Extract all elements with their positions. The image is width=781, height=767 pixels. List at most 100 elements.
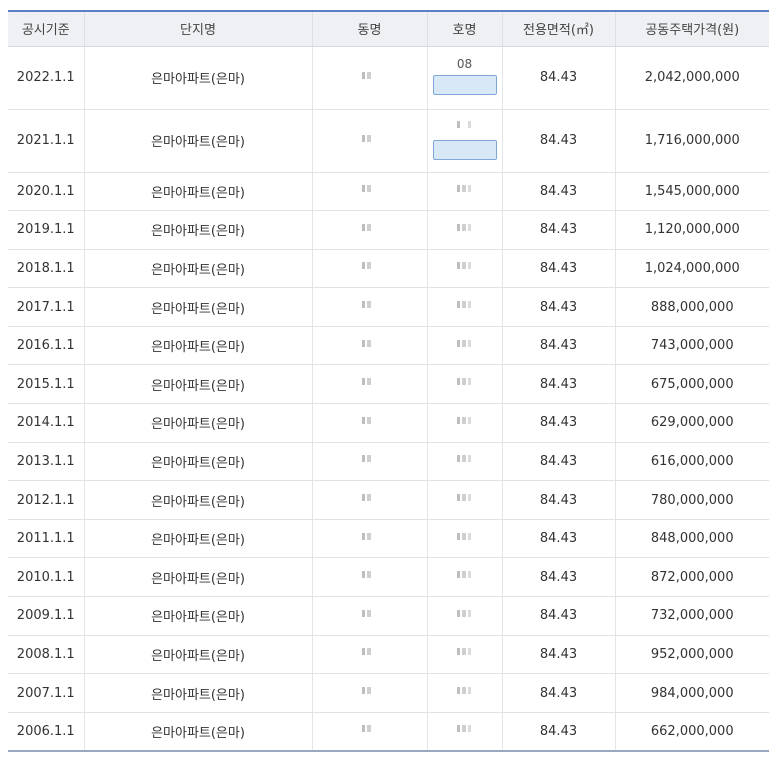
redacted-mark [350, 259, 390, 273]
cell-price: 888,000,000 [614, 287, 769, 327]
redacted-mark [350, 337, 390, 351]
cell-date: 2016.1.1 [8, 326, 84, 366]
redacted-mark [445, 182, 485, 196]
cell-ho-masked [426, 480, 502, 520]
table-row: 2011.1.1 은마아파트(은마) 84.43 848,000,000 [8, 519, 769, 559]
redacted-tag [432, 74, 497, 95]
cell-complex: 은마아파트(은마) [83, 46, 312, 110]
redacted-mark [350, 414, 390, 428]
cell-ho-masked [426, 712, 502, 752]
cell-dong-masked [311, 210, 427, 250]
redacted-mark [445, 118, 485, 132]
cell-ho-masked [426, 287, 502, 327]
cell-price: 616,000,000 [614, 442, 769, 482]
cell-price: 743,000,000 [614, 326, 769, 366]
redacted-mark [445, 568, 485, 582]
cell-date: 2020.1.1 [8, 172, 84, 212]
cell-complex: 은마아파트(은마) [83, 557, 312, 598]
cell-price: 732,000,000 [614, 596, 769, 636]
cell-ho-masked [426, 519, 502, 559]
cell-date: 2013.1.1 [8, 442, 84, 482]
cell-ho-masked [426, 596, 502, 636]
cell-date: 2015.1.1 [8, 364, 84, 405]
header-complex: 단지명 [83, 10, 312, 47]
cell-price: 1,545,000,000 [614, 172, 769, 212]
redacted-mark [445, 645, 485, 659]
cell-area: 84.43 [501, 712, 615, 752]
cell-complex: 은마아파트(은마) [83, 596, 312, 636]
cell-ho-masked [426, 249, 502, 289]
redacted-mark [445, 491, 485, 505]
redacted-mark [350, 568, 390, 582]
table-row: 2021.1.1 은마아파트(은마) 84.43 1,716,000,000 [8, 109, 769, 173]
table-row: 2017.1.1 은마아파트(은마) 84.43 888,000,000 [8, 287, 769, 327]
cell-complex: 은마아파트(은마) [83, 210, 312, 250]
table-row: 2006.1.1 은마아파트(은마) 84.43 662,000,000 [8, 712, 769, 752]
redacted-mark [350, 375, 390, 389]
cell-complex: 은마아파트(은마) [83, 635, 312, 675]
cell-dong-masked [311, 46, 427, 110]
cell-complex: 은마아파트(은마) [83, 673, 312, 713]
redacted-mark [350, 298, 390, 312]
redacted-mark [445, 607, 485, 621]
cell-dong-masked [311, 172, 427, 212]
cell-area: 84.43 [501, 403, 615, 443]
header-dong: 동명 [311, 10, 427, 47]
redacted-mark [350, 645, 390, 659]
cell-complex: 은마아파트(은마) [83, 480, 312, 520]
cell-dong-masked [311, 635, 427, 675]
table-row: 2015.1.1 은마아파트(은마) 84.43 675,000,000 [8, 364, 769, 405]
cell-complex: 은마아파트(은마) [83, 109, 312, 173]
cell-area: 84.43 [501, 287, 615, 327]
table-row: 2014.1.1 은마아파트(은마) 84.43 629,000,000 [8, 403, 769, 443]
table-row: 2010.1.1 은마아파트(은마) 84.43 872,000,000 [8, 557, 769, 598]
cell-complex: 은마아파트(은마) [83, 172, 312, 212]
redacted-mark [445, 684, 485, 698]
table-row: 2008.1.1 은마아파트(은마) 84.43 952,000,000 [8, 635, 769, 675]
cell-area: 84.43 [501, 172, 615, 212]
cell-price: 872,000,000 [614, 557, 769, 598]
redacted-mark [350, 684, 390, 698]
cell-ho-masked [426, 442, 502, 482]
cell-ho-masked: 08 [426, 46, 502, 110]
table-header-row: 공시기준 단지명 동명 호명 전용면적(㎡) 공동주택가격(원) [8, 10, 769, 47]
cell-dong-masked [311, 712, 427, 752]
cell-dong-masked [311, 403, 427, 443]
cell-price: 2,042,000,000 [614, 46, 769, 110]
cell-complex: 은마아파트(은마) [83, 519, 312, 559]
cell-price: 1,024,000,000 [614, 249, 769, 289]
cell-complex: 은마아파트(은마) [83, 249, 312, 289]
cell-dong-masked [311, 109, 427, 173]
redacted-mark [445, 259, 485, 273]
cell-dong-masked [311, 673, 427, 713]
cell-area: 84.43 [501, 326, 615, 366]
cell-price: 675,000,000 [614, 364, 769, 405]
redacted-mark [445, 452, 485, 466]
cell-dong-masked [311, 249, 427, 289]
redacted-mark [350, 722, 390, 736]
redacted-mark [445, 375, 485, 389]
redacted-mark [350, 69, 390, 83]
cell-price: 780,000,000 [614, 480, 769, 520]
cell-dong-masked [311, 326, 427, 366]
redacted-mark [445, 530, 485, 544]
cell-dong-masked [311, 442, 427, 482]
redacted-mark [445, 337, 485, 351]
redacted-tag [432, 139, 497, 160]
cell-dong-masked [311, 364, 427, 405]
cell-price: 984,000,000 [614, 673, 769, 713]
cell-area: 84.43 [501, 673, 615, 713]
cell-complex: 은마아파트(은마) [83, 442, 312, 482]
cell-dong-masked [311, 519, 427, 559]
cell-area: 84.43 [501, 46, 615, 110]
cell-date: 2021.1.1 [8, 109, 84, 173]
cell-date: 2006.1.1 [8, 712, 84, 752]
redacted-mark [445, 221, 485, 235]
redacted-mark [445, 298, 485, 312]
cell-date: 2017.1.1 [8, 287, 84, 327]
redacted-mark [350, 607, 390, 621]
cell-date: 2007.1.1 [8, 673, 84, 713]
cell-area: 84.43 [501, 635, 615, 675]
redacted-mark [350, 182, 390, 196]
cell-complex: 은마아파트(은마) [83, 712, 312, 752]
